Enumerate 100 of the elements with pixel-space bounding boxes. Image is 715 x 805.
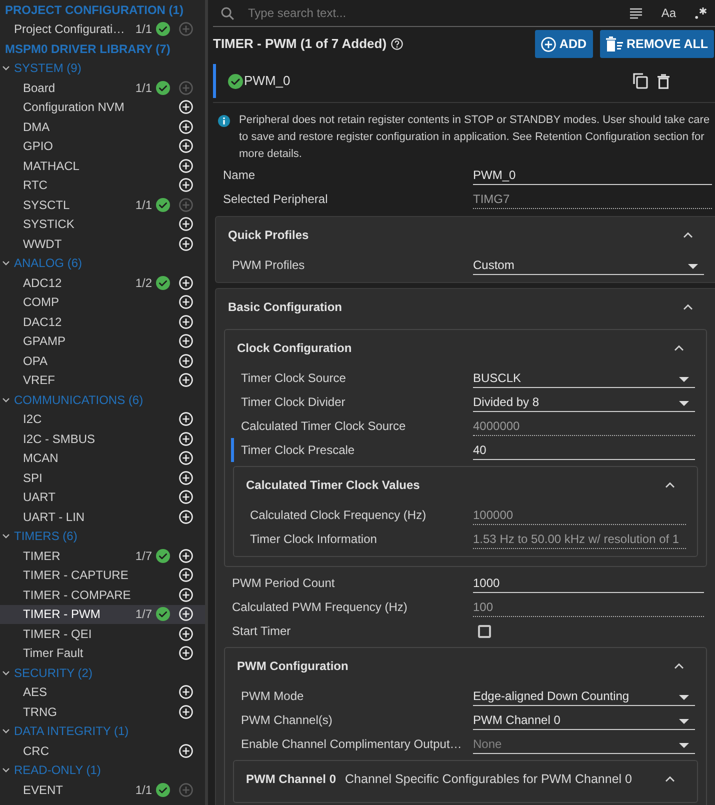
peripheral-item[interactable]: UART - LIN xyxy=(0,507,205,526)
text-field[interactable]: PWM_0 xyxy=(473,165,712,185)
readonly-field: 100000 xyxy=(473,505,686,525)
copy-icon[interactable] xyxy=(633,73,648,89)
readonly-field: 100 xyxy=(473,597,704,617)
peripheral-item[interactable]: WWDT xyxy=(0,234,205,254)
field-label: Timer Clock Source xyxy=(241,370,347,387)
section-title[interactable]: Clock Configuration xyxy=(237,339,352,357)
peripheral-item[interactable]: AES xyxy=(0,682,205,702)
peripheral-item[interactable]: Configuration NVM xyxy=(0,98,205,117)
chevron-down-icon[interactable] xyxy=(2,668,10,677)
peripheral-item[interactable]: Board 1/1 xyxy=(0,78,205,98)
dropdown[interactable]: PWM Channel 0 xyxy=(473,710,695,730)
caret-down-icon xyxy=(679,718,689,724)
peripheral-item[interactable]: GPIO xyxy=(0,136,205,156)
peripheral-item[interactable]: SPI xyxy=(0,468,205,488)
peripheral-item[interactable]: TIMER 1/7 xyxy=(0,546,205,566)
trash-icon[interactable] xyxy=(657,74,670,88)
section-title[interactable]: Calculated Timer Clock Values xyxy=(246,476,420,494)
chevron-down-icon[interactable] xyxy=(2,259,10,268)
readonly-field: 1.53 Hz to 50.00 kHz w/ resolution of 1 xyxy=(473,529,686,549)
peripheral-item[interactable]: TIMER - QEI xyxy=(0,624,205,644)
caret-down-icon xyxy=(679,694,689,700)
count-text: 1/2 xyxy=(135,274,152,292)
notice-text: Peripheral does not retain register contents in STOP or STANDBY modes. User should take care to save and restore register configuration in application. See Retention Configuration section for more details. xyxy=(239,113,710,162)
dropdown[interactable]: BUSCLK xyxy=(473,368,695,388)
instance-row[interactable]: PWM_0 xyxy=(213,64,715,98)
chevron-down-icon[interactable] xyxy=(2,727,10,736)
module-title: TIMER - PWM (1 of 7 Added) xyxy=(213,35,387,54)
category-heading: MSPM0 DRIVER LIBRARY (7) xyxy=(5,42,170,55)
search-field[interactable]: Type search text... xyxy=(248,3,630,23)
field-label: Name xyxy=(223,167,256,184)
peripheral-item[interactable]: SYSCTL 1/1 xyxy=(0,195,205,214)
readonly-field: TIMG7 xyxy=(473,189,712,209)
help-icon[interactable] xyxy=(390,38,403,50)
section-title[interactable]: Quick Profiles xyxy=(228,226,309,244)
search-icon xyxy=(221,6,234,20)
chevron-down-icon[interactable] xyxy=(2,532,10,540)
chevron-down-icon[interactable] xyxy=(2,396,10,404)
caret-down-icon xyxy=(679,400,689,406)
dropdown[interactable]: None xyxy=(473,734,695,754)
peripheral-item[interactable]: TIMER - CAPTURE xyxy=(0,566,205,585)
field-label: Calculated Timer Clock Source xyxy=(241,418,407,435)
peripheral-item[interactable]: I2C xyxy=(0,410,205,429)
chevron-down-icon[interactable] xyxy=(2,766,10,774)
section-title[interactable]: Basic Configuration xyxy=(228,298,342,316)
caret-down-icon xyxy=(679,376,689,382)
peripheral-item[interactable]: TIMER - COMPARE xyxy=(0,585,205,604)
text-field[interactable]: 40 xyxy=(473,440,695,460)
text-field[interactable]: 1000 xyxy=(473,573,704,593)
peripheral-item[interactable]: DMA xyxy=(0,117,205,136)
toolbar-button[interactable]: REMOVE ALL xyxy=(600,30,714,58)
peripheral-item[interactable]: SYSTICK xyxy=(0,214,205,234)
match-case-button[interactable]: Aa xyxy=(661,7,676,19)
field-label: Timer Clock Divider xyxy=(241,394,346,411)
peripheral-item[interactable]: I2C - SMBUS xyxy=(0,429,205,448)
checkbox[interactable] xyxy=(478,624,491,638)
field-label: PWM Channel(s) xyxy=(241,712,334,729)
peripheral-item[interactable]: OPA xyxy=(0,351,205,370)
peripheral-item[interactable]: Project Configurati… 1/1 xyxy=(0,20,205,39)
count-text: 1/7 xyxy=(135,606,152,624)
chevron-up-icon[interactable] xyxy=(683,232,693,238)
peripheral-item[interactable]: UART xyxy=(0,488,205,507)
field-label: Selected Peripheral xyxy=(223,191,329,208)
section-title[interactable]: PWM Configuration xyxy=(237,657,348,675)
peripheral-item[interactable]: GPAMP xyxy=(0,332,205,351)
toolbar-button[interactable]: ADD xyxy=(535,30,593,58)
peripheral-item[interactable]: MCAN xyxy=(0,448,205,468)
chevron-up-icon[interactable] xyxy=(665,776,675,782)
field-label: PWM Mode xyxy=(241,688,305,705)
peripheral-item[interactable]: COMP xyxy=(0,292,205,312)
dropdown[interactable]: Custom xyxy=(473,255,704,275)
field-label: PWM Period Count xyxy=(232,575,336,592)
chevron-up-icon[interactable] xyxy=(674,345,684,351)
dropdown[interactable]: Edge-aligned Down Counting xyxy=(473,686,695,706)
trash-lines-icon xyxy=(606,36,624,52)
peripheral-item[interactable]: DAC12 xyxy=(0,312,205,332)
dropdown[interactable]: Divided by 8 xyxy=(473,392,695,412)
section-title[interactable]: PWM Channel 0 xyxy=(246,770,336,788)
count-text: 1/1 xyxy=(135,196,152,214)
lines-icon[interactable] xyxy=(630,8,642,18)
count-text: 1/1 xyxy=(135,782,152,799)
peripheral-item[interactable]: ADC12 1/2 xyxy=(0,273,205,292)
chevron-down-icon[interactable] xyxy=(2,64,10,72)
peripheral-item[interactable]: CRC xyxy=(0,741,205,760)
field-label: Calculated Clock Frequency (Hz) xyxy=(250,507,428,524)
peripheral-item[interactable]: Timer Fault xyxy=(0,644,205,663)
readonly-field: 4000000 xyxy=(473,416,695,436)
chevron-up-icon[interactable] xyxy=(674,663,684,669)
peripheral-item[interactable]: TIMER - PWM 1/7 xyxy=(0,604,205,624)
peripheral-item[interactable]: MATHACL xyxy=(0,156,205,176)
regex-icon[interactable] xyxy=(695,7,707,19)
chevron-up-icon[interactable] xyxy=(665,482,675,488)
caret-down-icon xyxy=(688,264,698,268)
peripheral-item[interactable]: EVENT 1/1 xyxy=(0,780,205,800)
chevron-up-icon[interactable] xyxy=(683,304,693,310)
peripheral-item[interactable]: RTC xyxy=(0,176,205,195)
peripheral-item[interactable]: VREF xyxy=(0,370,205,390)
peripheral-item[interactable]: TRNG xyxy=(0,702,205,722)
field-label: Timer Clock Information xyxy=(250,531,378,548)
